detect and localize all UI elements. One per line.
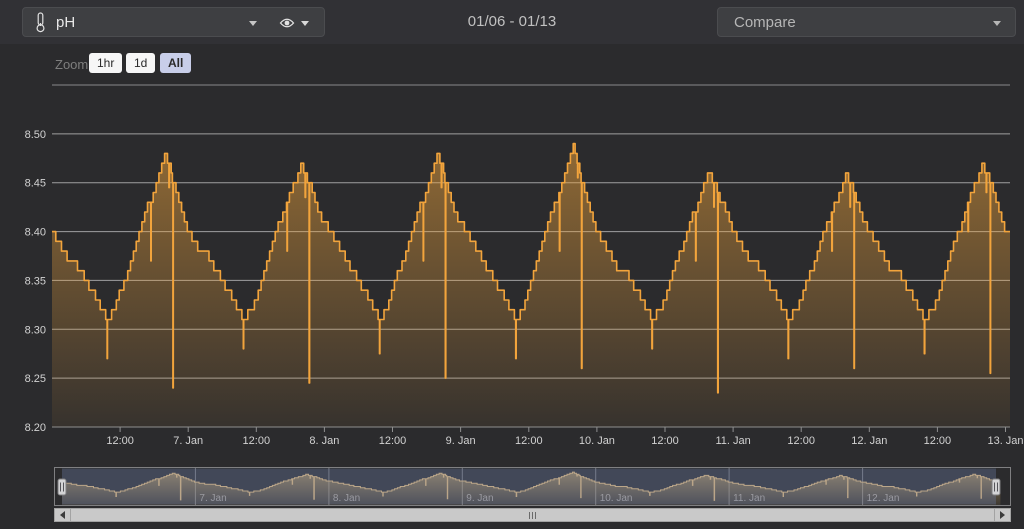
x-axis-label: 10. Jan <box>579 435 615 447</box>
zoom-1hr-button[interactable]: 1hr <box>89 53 122 73</box>
thermometer-icon <box>35 12 46 33</box>
navigator-handle-left[interactable] <box>58 479 66 495</box>
x-axis-label: 12:00 <box>787 435 815 447</box>
navigator-handle-right[interactable] <box>992 479 1000 495</box>
zoom-label: Zoom <box>55 57 88 72</box>
x-axis-label: 12:00 <box>379 435 407 447</box>
x-axis-label: 12. Jan <box>851 435 887 447</box>
chevron-down-icon <box>249 21 257 26</box>
x-axis-label: 11. Jan <box>715 435 750 447</box>
x-axis-label: 12:00 <box>515 435 543 447</box>
arrow-left-icon <box>56 511 65 519</box>
compare-selector-label: Compare <box>734 14 796 31</box>
arrow-right-icon <box>1000 511 1009 519</box>
x-axis-label: 9. Jan <box>446 435 476 447</box>
zoom-all-button[interactable]: All <box>160 53 191 73</box>
x-axis-label: 7. Jan <box>173 435 203 447</box>
x-axis-label: 12:00 <box>651 435 679 447</box>
x-axis-label: 12:00 <box>243 435 271 447</box>
chevron-down-icon <box>993 21 1001 26</box>
y-axis-label: 8.45 <box>25 178 46 190</box>
x-axis-label: 12:00 <box>106 435 134 447</box>
y-axis-label: 8.30 <box>25 324 46 336</box>
visibility-toggle[interactable] <box>279 17 309 29</box>
probe-selector[interactable]: pH <box>22 7 325 37</box>
horizontal-scrollbar[interactable] <box>54 508 1011 522</box>
eye-icon <box>279 17 295 29</box>
y-axis-label: 8.50 <box>25 129 46 141</box>
chevron-down-icon <box>301 21 309 26</box>
ph-history-chart[interactable]: 8.50 8.45 8.40 8.35 8.30 8.25 8.20 12:00 7. Jan 1… <box>0 0 1024 529</box>
y-axis-label: 8.20 <box>25 422 46 434</box>
y-axis-label: 8.25 <box>25 373 46 385</box>
zoom-1d-button[interactable]: 1d <box>126 53 155 73</box>
navigator-selected-range[interactable] <box>62 469 996 505</box>
scrollbar-grip-icon <box>529 512 536 519</box>
scroll-right-button[interactable] <box>994 509 1010 521</box>
probe-selector-label: pH <box>56 14 75 31</box>
x-axis-label: 8. Jan <box>309 435 339 447</box>
scrollbar-thumb[interactable] <box>71 509 994 521</box>
x-axis-label: 12:00 <box>924 435 952 447</box>
scroll-left-button[interactable] <box>55 509 71 521</box>
header-bar: pH 01/06 - 01/13 Compare <box>0 0 1024 44</box>
y-axis-label: 8.35 <box>25 275 46 287</box>
y-axis-label: 8.40 <box>25 227 46 239</box>
compare-selector[interactable]: Compare <box>717 7 1016 37</box>
x-axis-label: 13. Jan <box>987 435 1023 447</box>
